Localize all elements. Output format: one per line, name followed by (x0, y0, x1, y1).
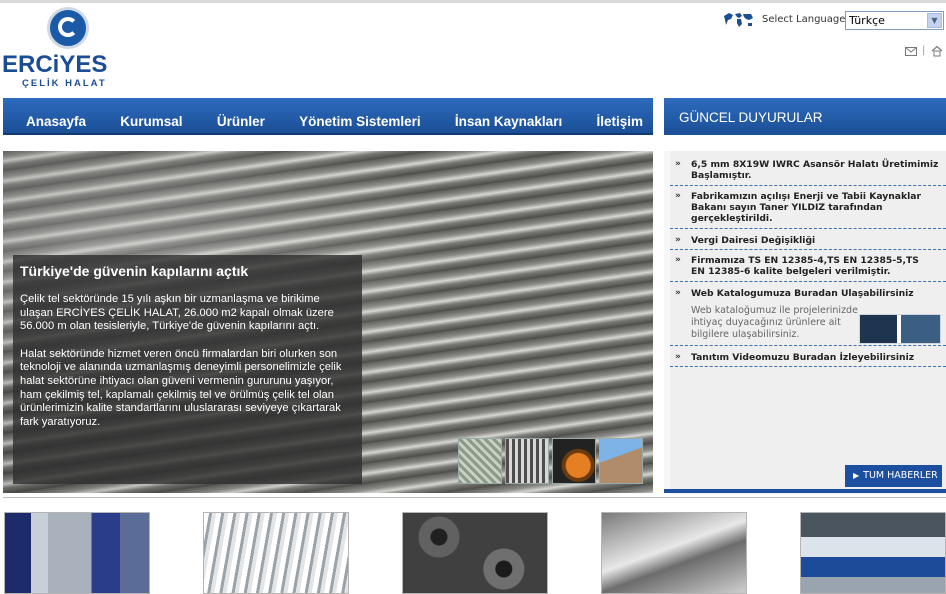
product-thumbnail[interactable] (800, 512, 946, 594)
double-chevron-right-icon: » (675, 255, 681, 265)
hero-paragraph-2: Halat sektöründe hizmet veren öncü firma… (20, 347, 342, 428)
top-rule (0, 0, 946, 3)
announcement-title: Tanıtım Videomuzu Buradan İzleyebilirsin… (691, 352, 915, 363)
announcement-item[interactable]: » Firmamıza TS EN 12385-4,TS EN 12385-5,… (670, 255, 946, 282)
hero-thumbnail[interactable] (505, 438, 549, 484)
hero-title: Türkiye'de güvenin kapılarını açtık (20, 263, 249, 279)
nav-item-kurumsal[interactable]: Kurumsal (120, 114, 182, 129)
icon-separator: | (922, 45, 926, 56)
announcement-title: Vergi Dairesi Değişikliği (691, 235, 816, 246)
double-chevron-right-icon: » (675, 191, 681, 201)
announcement-title: Fabrikamızın açılışı Enerji ve Tabii Kay… (691, 191, 921, 224)
hero-thumbnails (458, 438, 643, 484)
nav-item-urunler[interactable]: Ürünler (217, 114, 265, 129)
announcement-item[interactable]: » Tanıtım Videomuzu Buradan İzleyebilirs… (670, 352, 946, 367)
brand-logo[interactable]: ERCiYES ÇELİK HALAT (2, 6, 134, 89)
product-thumbnail[interactable] (601, 512, 747, 594)
announcements-list: » 6,5 mm 8X19W IWRC Asansör Halatı Üreti… (670, 151, 946, 494)
announcement-item[interactable]: » Vergi Dairesi Değişikliği (670, 235, 946, 250)
nav-item-insan-kaynaklari[interactable]: İnsan Kaynakları (455, 114, 562, 129)
double-chevron-right-icon: » (675, 288, 681, 298)
hero-paragraph-1: Çelik tel sektöründe 15 yılı aşkın bir u… (20, 293, 334, 333)
nav-item-anasayfa[interactable]: Anasayfa (26, 114, 86, 129)
home-icon[interactable] (931, 45, 943, 57)
hero-banner: Türkiye'de güvenin kapılarını açtık Çeli… (3, 151, 653, 493)
brand-tagline: ÇELİK HALAT (22, 78, 107, 89)
language-select[interactable]: Türkçe ▼ (845, 11, 944, 30)
announcement-title: 6,5 mm 8X19W IWRC Asansör Halatı Üretimi… (691, 159, 939, 181)
catalog-image[interactable] (859, 314, 941, 344)
announcement-description: Web kataloğumuz ile projelerinizde ihtiy… (691, 305, 858, 340)
double-chevron-right-icon: » (675, 352, 681, 362)
product-thumbnail[interactable] (402, 512, 548, 594)
double-chevron-right-icon: » (675, 159, 681, 169)
section-divider (3, 497, 946, 498)
nav-item-iletisim[interactable]: İletişim (596, 114, 643, 129)
announcements-bottom-bar (664, 489, 946, 493)
hero-text-box: Türkiye'de güvenin kapılarını açtık Çeli… (13, 255, 362, 484)
hero-thumbnail[interactable] (458, 438, 502, 484)
main-nav: Anasayfa Kurumsal Ürünler Yönetim Sistem… (3, 98, 653, 135)
double-chevron-right-icon: » (675, 235, 681, 245)
announcement-title: Web Katalogumuza Buradan Ulaşabilirsiniz (691, 288, 914, 299)
language-selected-value: Türkçe (849, 14, 885, 27)
logo-emblem-icon (47, 7, 89, 49)
announcements-header: GÜNCEL DUYURULAR (664, 98, 946, 135)
all-news-label: TUM HABERLER (863, 470, 938, 481)
announcement-item[interactable]: » Web Katalogumuza Buradan Ulaşabilirsin… (670, 288, 946, 346)
announcement-item[interactable]: » 6,5 mm 8X19W IWRC Asansör Halatı Üreti… (670, 159, 946, 186)
product-thumbnail[interactable] (4, 512, 150, 594)
product-thumbnail[interactable] (203, 512, 349, 594)
play-icon: ▶ (853, 471, 860, 480)
announcement-title: Firmamıza TS EN 12385-4,TS EN 12385-5,TS… (691, 255, 919, 277)
nav-item-yonetim-sistemleri[interactable]: Yönetim Sistemleri (299, 114, 421, 129)
language-label: Select Language (762, 14, 846, 25)
all-news-button[interactable]: ▶ TUM HABERLER (845, 465, 942, 487)
brand-name: ERCiYES (2, 51, 108, 78)
world-map-icon (724, 13, 753, 27)
hero-thumbnail[interactable] (599, 438, 643, 484)
hero-thumbnail[interactable] (552, 438, 596, 484)
mail-icon[interactable] (905, 47, 917, 56)
announcement-item[interactable]: » Fabrikamızın açılışı Enerji ve Tabii K… (670, 191, 946, 229)
chevron-down-icon[interactable]: ▼ (927, 13, 942, 28)
